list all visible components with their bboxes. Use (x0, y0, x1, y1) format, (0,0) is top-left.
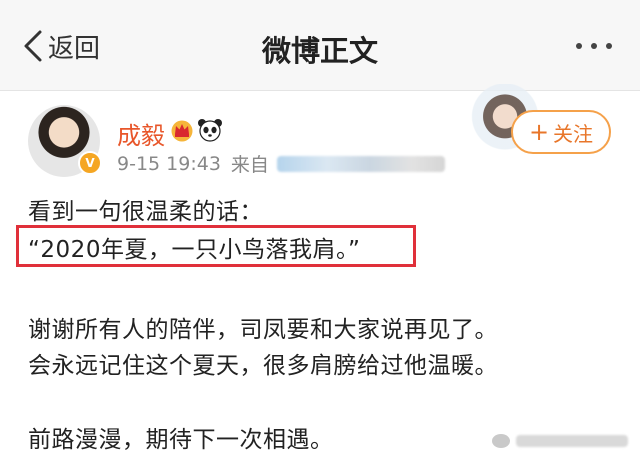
post-line-3: 谢谢所有人的陪伴，司凤要和大家说再见了。 (28, 317, 498, 343)
more-dot (591, 43, 597, 49)
post-line-2-quote: “2020年夏，一只小鸟落我肩。” (28, 237, 361, 263)
more-dot (606, 43, 612, 49)
post-meta: 9-15 19:43 来自 (117, 150, 445, 177)
post-line-5: 前路漫漫，期待下一次相遇。 (28, 427, 334, 453)
follow-label: 关注 (553, 121, 594, 146)
weibo-logo-icon (492, 434, 510, 448)
author-avatar[interactable]: V (28, 105, 102, 177)
post-line-4: 会永远记住这个夏天，很多肩膀给过他温暖。 (28, 353, 498, 379)
crown-vip-icon[interactable] (170, 118, 194, 142)
follow-button[interactable]: + 关注 (511, 110, 611, 154)
plus-icon: + (528, 118, 550, 146)
top-navigation-bar: 返回 微博正文 (0, 0, 640, 91)
post-source-blurred (276, 155, 445, 172)
author-name[interactable]: 成毅 (117, 116, 165, 151)
verified-v-icon: V (78, 151, 102, 175)
watermark (492, 434, 628, 448)
post-timestamp: 9-15 19:43 (117, 152, 221, 175)
post-source-prefix: 来自 (230, 154, 269, 176)
page-title: 微博正文 (261, 34, 378, 68)
post-line-1: 看到一句很温柔的话： (28, 199, 263, 225)
more-dots-icon[interactable] (576, 43, 612, 49)
panda-emoji-icon (198, 119, 222, 142)
watermark-text-blurred (516, 435, 628, 447)
more-dot (576, 43, 582, 49)
